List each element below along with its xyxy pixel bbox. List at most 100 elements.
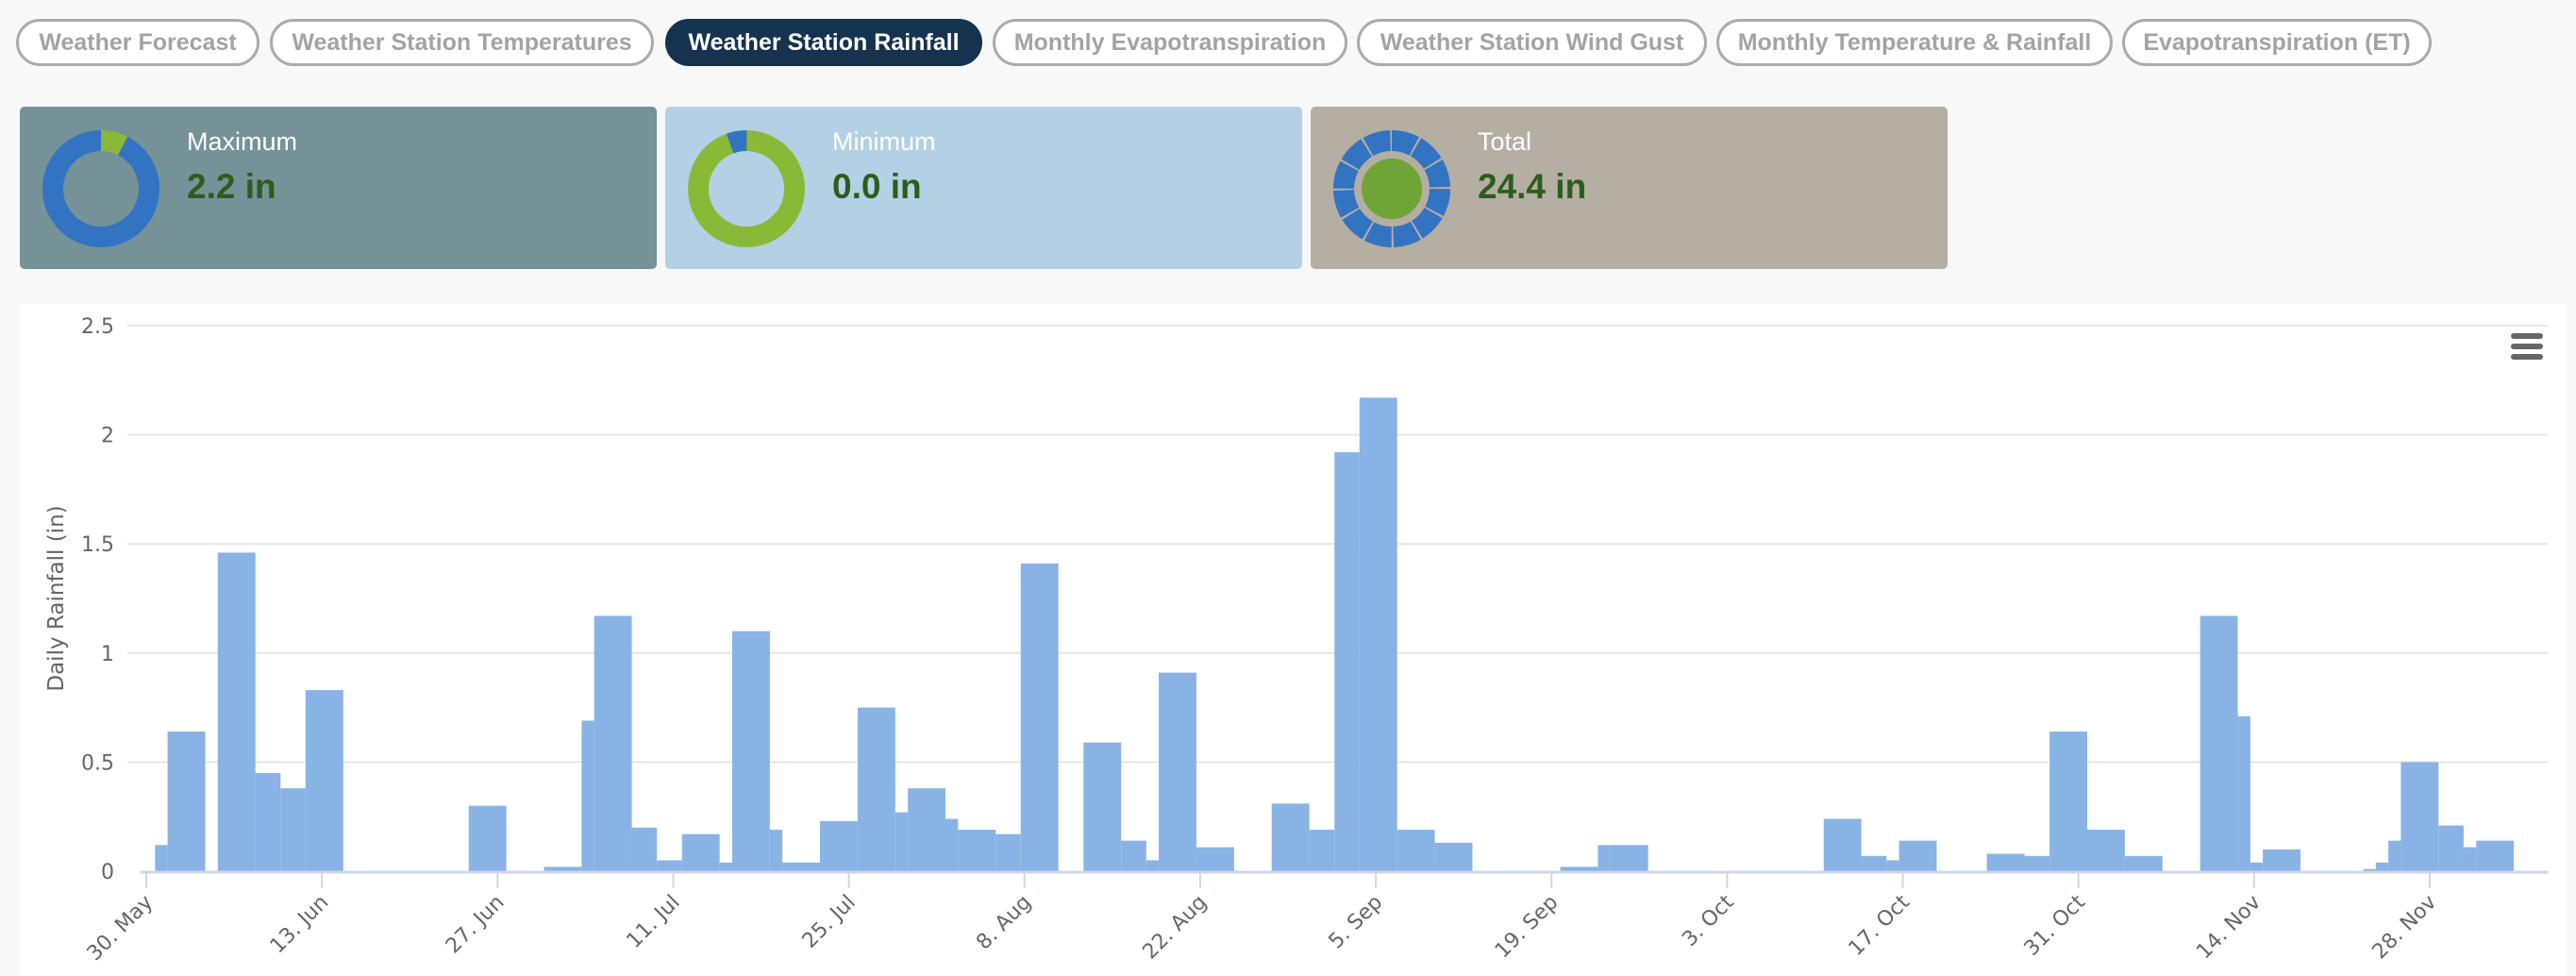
y-tick-label: 1.5 (81, 533, 114, 557)
x-tick-label: 3. Oct (1678, 890, 1739, 951)
y-tick-label: 2 (101, 425, 114, 448)
bar (2250, 862, 2264, 871)
bar (1121, 840, 1146, 871)
x-tick-label: 17. Oct (1845, 890, 1915, 961)
bar (2087, 830, 2125, 871)
bar (2124, 855, 2163, 871)
maximum-card: Maximum 2.2 in (20, 107, 657, 269)
bar (155, 845, 168, 871)
bar (255, 772, 281, 871)
tab-weather-station-wind-gust[interactable]: Weather Station Wind Gust (1357, 19, 1707, 66)
bar (731, 631, 770, 871)
bar (857, 707, 895, 871)
bar (1610, 845, 1648, 871)
total-label: Total (1478, 127, 1532, 156)
bar (908, 788, 946, 871)
bar (1397, 830, 1435, 871)
bar (2476, 840, 2515, 871)
x-tick-label: 11. Jul (623, 891, 685, 953)
bar (2024, 855, 2050, 871)
bar (820, 820, 858, 871)
tab-weather-station-rainfall[interactable]: Weather Station Rainfall (665, 19, 982, 66)
bar (719, 862, 732, 871)
donut-total-icon (1333, 130, 1450, 247)
y-axis-title: Daily Rainfall (in) (44, 505, 69, 691)
x-tick-label: 19. Sep (1491, 891, 1564, 964)
maximum-value: 2.2 in (187, 167, 276, 206)
tab-monthly-evapotranspiration[interactable]: Monthly Evapotranspiration (993, 19, 1347, 66)
total-card: Total 24.4 in (1311, 107, 1948, 269)
bar (681, 833, 720, 871)
x-tick-label: 25. Jul (798, 891, 861, 953)
bar (1271, 803, 1310, 871)
bar (631, 827, 658, 871)
tab-monthly-temperature-rainfall[interactable]: Monthly Temperature & Rainfall (1716, 19, 2113, 66)
bar (958, 830, 996, 871)
donut-max-icon (42, 130, 159, 247)
bar (1359, 397, 1397, 871)
bar (1083, 742, 1122, 871)
bar (2263, 849, 2301, 871)
maximum-label: Maximum (187, 127, 298, 156)
y-tick-label: 0 (101, 861, 114, 884)
bar (2463, 847, 2477, 871)
bar (1434, 842, 1473, 871)
x-tick-label: 8. Aug (972, 891, 1036, 955)
bar (1196, 847, 1234, 871)
x-tick-label: 30. May (83, 891, 159, 967)
bar (2200, 615, 2238, 871)
bar (945, 818, 959, 871)
bar (2375, 862, 2389, 871)
bar (1159, 672, 1196, 871)
tab-evapotranspiration-et[interactable]: Evapotranspiration (ET) (2122, 19, 2432, 66)
bar (1560, 867, 1598, 871)
tab-weather-forecast[interactable]: Weather Forecast (16, 19, 259, 66)
bar (2388, 840, 2401, 871)
bar (594, 615, 632, 871)
bar (167, 732, 206, 871)
x-tick-label: 27. Jun (442, 891, 510, 959)
bar (1886, 860, 1899, 871)
x-tick-label: 13. Jun (266, 891, 334, 959)
hamburger-menu-icon[interactable] (2511, 333, 2543, 362)
bar (1309, 830, 1335, 871)
bar (581, 720, 594, 871)
bar (1823, 818, 1862, 871)
bar (2438, 825, 2464, 871)
total-value: 24.4 in (1478, 167, 1587, 206)
bar (657, 860, 682, 871)
donut-min-icon (688, 130, 805, 247)
bar (468, 805, 507, 871)
y-tick-label: 0.5 (81, 751, 114, 775)
bar (2400, 762, 2439, 871)
bar (1597, 845, 1611, 871)
rainfall-chart: 0 0.5 1 1.5 2 2.5 Daily Rainfall (in) 30. May 13… (20, 304, 2567, 976)
bar (217, 552, 256, 871)
x-tick-label: 14. Nov (2192, 891, 2266, 965)
bar (1334, 452, 1360, 871)
minimum-value: 0.0 in (832, 167, 922, 206)
x-tick-label: 5. Sep (1325, 891, 1388, 954)
y-tick-label: 1 (101, 643, 114, 666)
x-tick-label: 31. Oct (2020, 890, 2091, 961)
x-tick-label: 22. Aug (1138, 891, 1212, 965)
tab-weather-station-temperatures[interactable]: Weather Station Temperatures (270, 19, 654, 66)
bar (2049, 732, 2088, 871)
bar (782, 862, 821, 871)
bar (305, 690, 343, 871)
bar (280, 788, 306, 871)
bar (1986, 853, 2025, 871)
x-tick-label: 28. Nov (2368, 891, 2442, 965)
minimum-label: Minimum (832, 127, 936, 156)
bar (995, 833, 1021, 871)
minimum-card: Minimum 0.0 in (665, 107, 1302, 269)
bar (1861, 855, 1887, 871)
bar (1146, 860, 1160, 871)
bar (895, 812, 909, 871)
bar (2237, 715, 2250, 871)
y-tick-label: 2.5 (81, 315, 114, 339)
bar (1020, 564, 1059, 871)
bar (769, 830, 783, 871)
chart-svg: 0 0.5 1 1.5 2 2.5 Daily Rainfall (in) 30. May 13… (44, 315, 2548, 967)
bar (1899, 840, 1937, 871)
